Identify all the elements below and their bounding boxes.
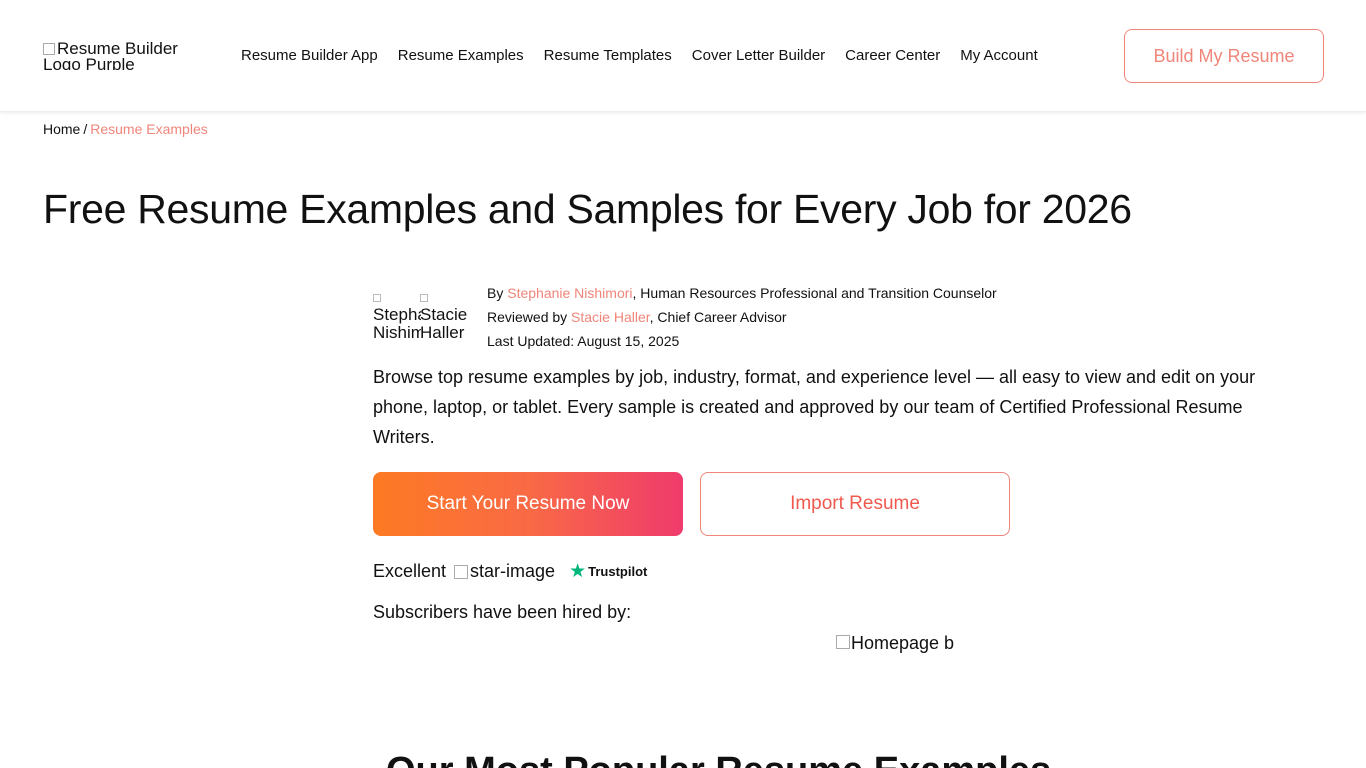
broken-image-icon: [420, 294, 428, 302]
broken-image-icon: [454, 564, 469, 579]
author-avatar-alt: Stephanie Nishimori: [373, 305, 421, 339]
reviewer-line: Reviewed by Stacie Haller, Chief Career …: [487, 305, 997, 329]
trustpilot-text: Trustpilot: [588, 564, 648, 579]
nav-resume-builder-app[interactable]: Resume Builder App: [241, 47, 378, 64]
reviewer-avatar-alt: Stacie Haller: [420, 305, 468, 339]
section-title: Our Most Popular Resume Examples: [386, 750, 1051, 768]
trustpilot-logo[interactable]: ★ Trustpilot: [569, 560, 647, 583]
nav-my-account[interactable]: My Account: [960, 47, 1038, 64]
star-rating-image: star-image: [454, 561, 555, 582]
import-resume-button[interactable]: Import Resume: [700, 472, 1010, 536]
page-title: Free Resume Examples and Samples for Eve…: [43, 186, 1132, 232]
reviewer-title: , Chief Career Advisor: [649, 309, 787, 325]
author-title: , Human Resources Professional and Trans…: [632, 285, 997, 301]
breadcrumb-current[interactable]: Resume Examples: [90, 121, 208, 137]
broken-image-icon: [373, 294, 381, 302]
rating-label: Excellent: [373, 561, 447, 581]
breadcrumb-separator: /: [83, 121, 88, 137]
intro-paragraph: Browse top resume examples by job, indus…: [373, 367, 1256, 447]
reviewer-name-link[interactable]: Stacie Haller: [571, 309, 650, 325]
nav-resume-examples[interactable]: Resume Examples: [398, 47, 524, 64]
broken-image-icon: [43, 43, 55, 55]
site-logo[interactable]: Resume Builder Logo Purple: [43, 41, 193, 70]
author-line: By Stephanie Nishimori, Human Resources …: [487, 281, 997, 305]
author-avatars: Stephanie Nishimori Stacie Haller: [373, 288, 473, 338]
reviewer-avatar: Stacie Haller: [420, 288, 468, 338]
nav-cover-letter-builder[interactable]: Cover Letter Builder: [692, 47, 825, 64]
company-logos-image: Homepage b: [836, 633, 954, 659]
breadcrumb: Home / Resume Examples: [43, 121, 208, 137]
nav-resume-templates[interactable]: Resume Templates: [544, 47, 672, 64]
updated-date: August 15, 2025: [577, 333, 680, 349]
logo-alt-text: Resume Builder Logo Purple: [43, 41, 178, 70]
site-header: Resume Builder Logo Purple Resume Builde…: [0, 0, 1366, 112]
homepage-image-alt: Homepage b: [851, 633, 954, 653]
updated-label: Last Updated:: [487, 333, 575, 349]
rating-row: Excellent star-image ★ Trustpilot: [373, 560, 647, 583]
author-info: By Stephanie Nishimori, Human Resources …: [487, 281, 997, 353]
start-resume-button[interactable]: Start Your Resume Now: [373, 472, 683, 536]
updated-line: Last Updated: August 15, 2025: [487, 329, 997, 353]
star-image-alt: star-image: [470, 561, 556, 581]
main-nav: Resume Builder App Resume Examples Resum…: [241, 47, 1038, 64]
author-avatar: Stephanie Nishimori: [373, 288, 421, 338]
hired-by-text: Subscribers have been hired by:: [373, 602, 632, 622]
broken-image-icon: [836, 635, 850, 649]
by-prefix: By: [487, 285, 504, 301]
build-my-resume-button[interactable]: Build My Resume: [1124, 29, 1324, 83]
breadcrumb-home[interactable]: Home: [43, 121, 80, 137]
reviewed-prefix: Reviewed by: [487, 309, 568, 325]
trustpilot-star-icon: ★: [569, 561, 587, 582]
nav-career-center[interactable]: Career Center: [845, 47, 940, 64]
author-name-link[interactable]: Stephanie Nishimori: [507, 285, 632, 301]
